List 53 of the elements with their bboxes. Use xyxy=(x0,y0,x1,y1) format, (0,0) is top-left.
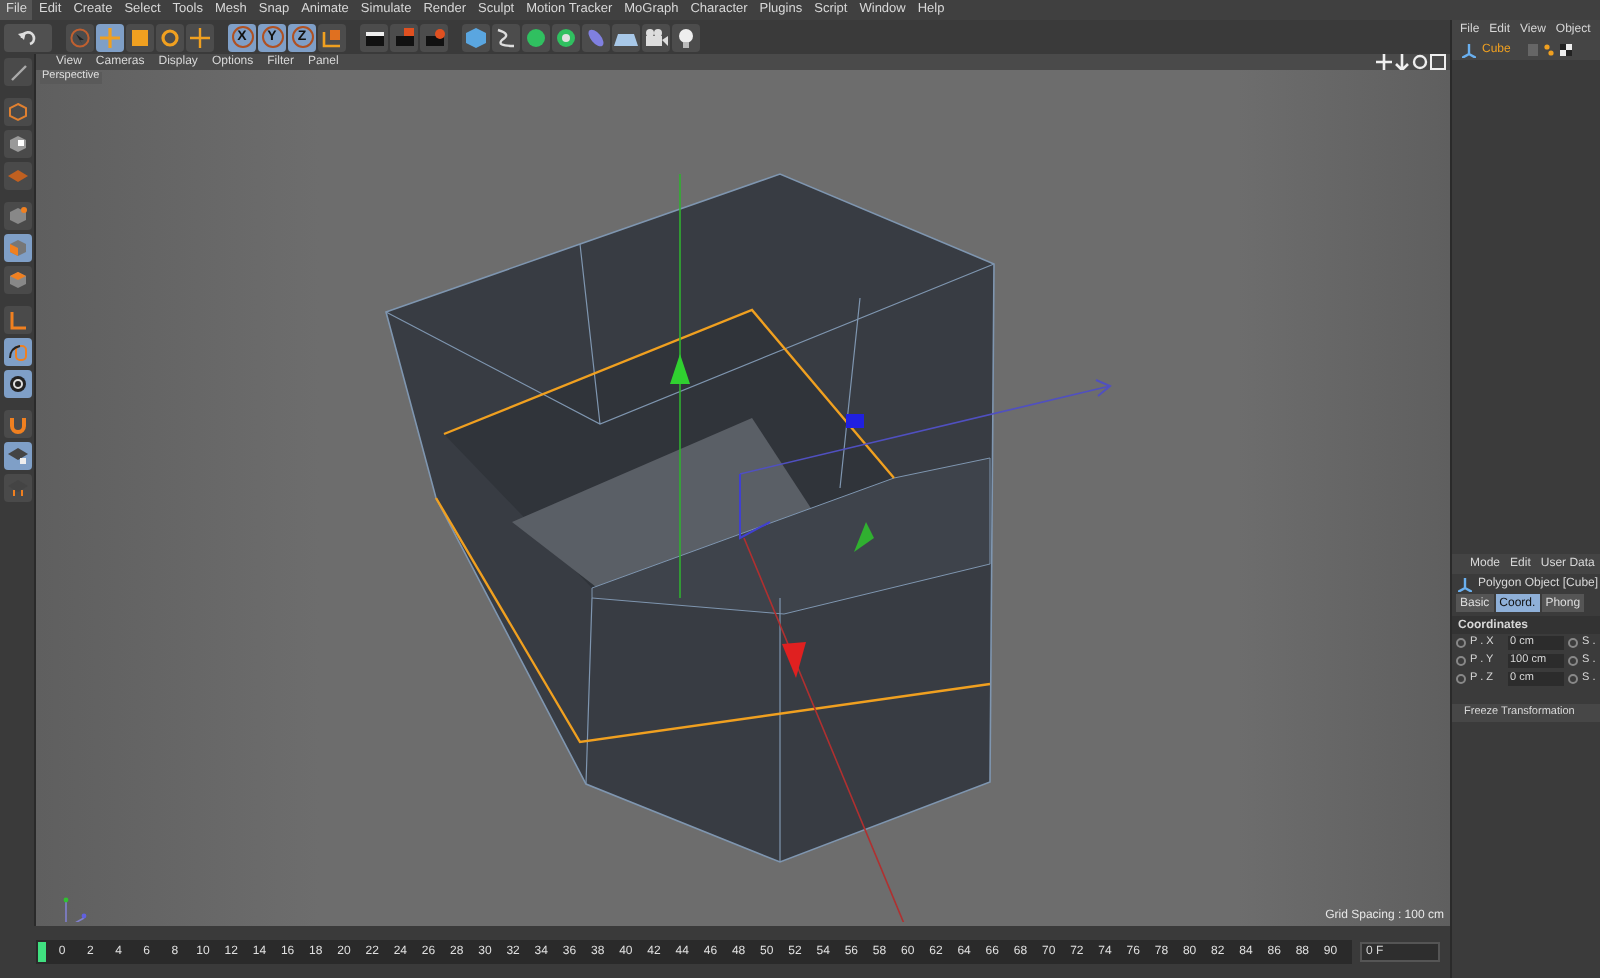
scale-button[interactable] xyxy=(126,23,154,51)
cursor-icon xyxy=(70,27,90,47)
cube-drawing[interactable] xyxy=(385,173,995,863)
mouse-icon xyxy=(7,342,27,362)
orbit-icon[interactable] xyxy=(1412,54,1428,70)
floor-button[interactable] xyxy=(612,23,640,51)
move-icon xyxy=(100,27,120,47)
locked-grid-icon xyxy=(7,446,27,466)
coordinate-system-button[interactable] xyxy=(318,23,346,51)
cube-icon xyxy=(7,238,27,258)
cursor-button[interactable] xyxy=(66,23,94,51)
undo-button[interactable] xyxy=(4,23,52,51)
axis-gizmo-drawing[interactable] xyxy=(670,173,1112,922)
camera-button[interactable] xyxy=(642,23,670,51)
polygon-object-icon xyxy=(1458,577,1472,591)
maximize-icon[interactable] xyxy=(1430,54,1446,70)
move-button[interactable] xyxy=(96,23,124,51)
cube-icon xyxy=(7,270,27,290)
point-cube-icon xyxy=(7,206,27,226)
visibility-dots-icon[interactable] xyxy=(1528,44,1539,56)
cube-outline-icon xyxy=(7,102,27,122)
scale-icon xyxy=(130,27,150,47)
world-axis-icon xyxy=(63,897,87,922)
sphere-icon xyxy=(526,27,546,47)
plane-icon xyxy=(7,166,27,186)
crosshair-button[interactable] xyxy=(186,23,214,51)
light-bulb-icon xyxy=(676,27,696,47)
pan-icon[interactable] xyxy=(1376,54,1392,70)
angle-icon xyxy=(7,310,27,330)
pen-button[interactable] xyxy=(492,23,520,51)
polygon-object-icon xyxy=(1462,43,1476,57)
clapperboard-icon xyxy=(363,27,385,47)
clapperboard-icon xyxy=(393,27,415,47)
crosshair-icon xyxy=(190,27,210,47)
undo-icon xyxy=(18,29,38,45)
cube-icon xyxy=(466,27,486,47)
clapperboard-icon xyxy=(423,27,445,47)
cube-button[interactable] xyxy=(462,23,490,51)
light-bulb-button[interactable] xyxy=(672,23,700,51)
playhead-marker[interactable] xyxy=(38,942,46,962)
snap-icon xyxy=(7,374,27,394)
dolly-icon[interactable] xyxy=(1394,54,1410,70)
coordinate-system-icon xyxy=(322,27,342,47)
rotate-icon xyxy=(160,27,180,47)
magnet-icon xyxy=(7,414,27,434)
clapperboard-button[interactable] xyxy=(360,23,388,51)
rotate-button[interactable] xyxy=(156,23,184,51)
capsule-icon xyxy=(586,27,606,47)
sphere-button[interactable] xyxy=(522,23,550,51)
checker-tag-icon[interactable] xyxy=(1560,44,1573,56)
checker-cube-icon xyxy=(7,134,27,154)
dots-icon[interactable] xyxy=(1544,44,1555,56)
camera-icon xyxy=(644,27,668,47)
